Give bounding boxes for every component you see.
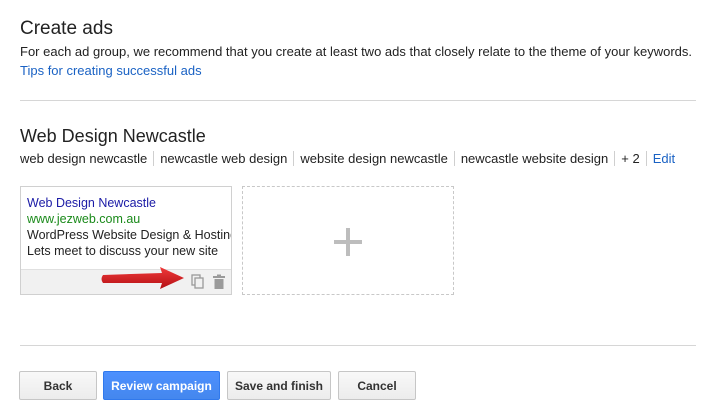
page-title: Create ads [20, 18, 113, 39]
trash-icon[interactable] [212, 274, 226, 290]
red-arrow-annotation [100, 266, 186, 297]
copy-icon[interactable] [191, 274, 205, 290]
divider [20, 100, 696, 101]
save-and-finish-button[interactable]: Save and finish [227, 371, 331, 400]
add-ad-button[interactable] [242, 186, 454, 295]
ad-display-url: www.jezweb.com.au [27, 212, 141, 226]
keyword-item: web design newcastle [20, 151, 148, 166]
ad-description-line-1: WordPress Website Design & Hosting [27, 228, 231, 242]
keyword-list: web design newcastle newcastle web desig… [20, 151, 675, 166]
review-campaign-button[interactable]: Review campaign [103, 371, 220, 400]
back-button[interactable]: Back [19, 371, 97, 400]
keyword-item: newcastle website design [460, 151, 609, 166]
keyword-item: website design newcastle [300, 151, 448, 166]
keyword-item: newcastle web design [160, 151, 288, 166]
ad-headline: Web Design Newcastle [27, 196, 156, 210]
plus-icon [333, 227, 363, 262]
keyword-more-count: + 2 [621, 151, 640, 166]
edit-keywords-link[interactable]: Edit [647, 151, 675, 166]
ad-description-line-2: Lets meet to discuss your new site [27, 244, 219, 258]
cancel-button[interactable]: Cancel [338, 371, 416, 400]
ad-group-title: Web Design Newcastle [20, 126, 206, 146]
page-description: For each ad group, we recommend that you… [20, 44, 693, 59]
ad-preview-body: Web Design Newcastle www.jezweb.com.au W… [21, 187, 231, 271]
tips-link[interactable]: Tips for creating successful ads [20, 63, 202, 78]
divider [20, 345, 696, 346]
